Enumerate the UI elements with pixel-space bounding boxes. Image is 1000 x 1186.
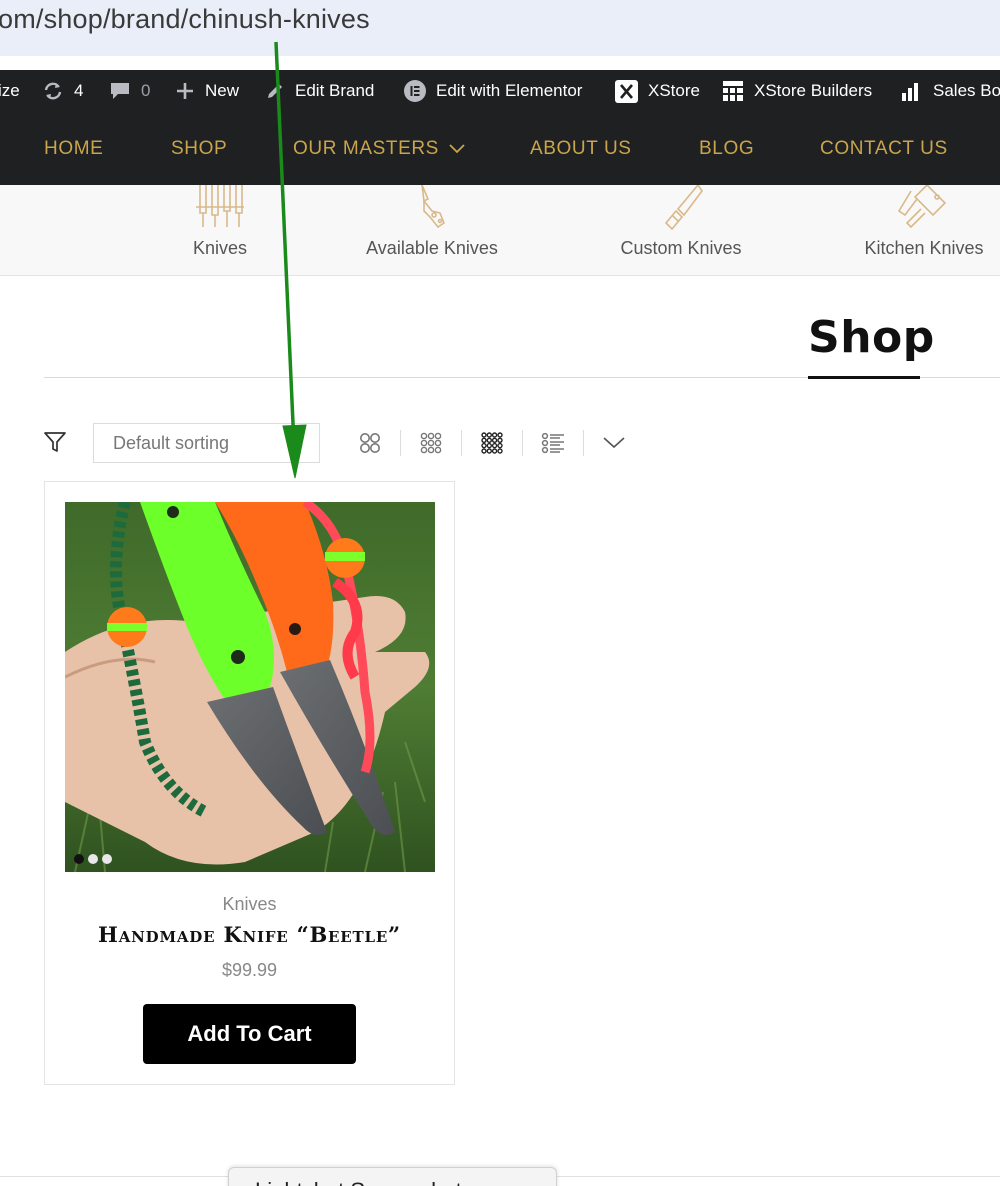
admin-xstore-link[interactable]: XStore — [615, 70, 700, 112]
knives-photo — [65, 502, 435, 872]
category-custom-knives-label: Custom Knives — [620, 238, 742, 258]
product-image[interactable] — [65, 502, 435, 872]
nav-shop-label: SHOP — [171, 137, 228, 159]
admin-xstore-builders-link[interactable]: XStore Builders — [722, 70, 872, 112]
refresh-icon — [42, 81, 64, 101]
gallery-dot[interactable] — [88, 854, 98, 864]
product-title[interactable]: Handmade Knife “Beetle” — [45, 922, 454, 947]
new-label: New — [205, 81, 240, 100]
builders-grid-icon — [722, 80, 744, 102]
nav-shop[interactable]: SHOP — [171, 112, 227, 185]
category-knives[interactable]: Knives — [170, 185, 270, 276]
list-icon[interactable] — [538, 428, 568, 458]
sales-booster-label: Sales Bo — [933, 81, 1000, 100]
add-to-cart-button[interactable]: Add To Cart — [143, 1004, 356, 1064]
category-available-knives[interactable]: Available Knives — [356, 185, 508, 276]
comment-icon — [109, 81, 131, 101]
nav-our-masters[interactable]: OUR MASTERS — [293, 112, 465, 185]
admin-updates-link[interactable]: 4 — [42, 70, 83, 112]
toolbar-separator — [522, 430, 523, 456]
admin-bar: ize 4 0 New Edit Brand Edit with Element… — [0, 70, 1000, 112]
filter-icon[interactable] — [43, 430, 67, 459]
nav-blog-label: BLOG — [699, 137, 755, 159]
chevron-down-icon — [449, 143, 465, 153]
elementor-icon — [404, 80, 426, 102]
grid-2-icon[interactable] — [355, 428, 385, 458]
browser-separator — [0, 56, 1000, 70]
category-available-knives-label: Available Knives — [366, 238, 498, 258]
toolbar-separator — [583, 430, 584, 456]
nav-about-us-label: ABOUT US — [530, 137, 632, 159]
admin-comments-link[interactable]: 0 — [109, 70, 150, 112]
main-navigation: HOME SHOP OUR MASTERS ABOUT US BLOG CONT… — [0, 112, 1000, 185]
nav-contact-us-label: CONTACT US — [820, 137, 948, 159]
category-kitchen-knives[interactable]: Kitchen Knives — [852, 185, 996, 276]
edit-brand-label: Edit Brand — [295, 81, 375, 100]
nav-contact-us[interactable]: CONTACT US — [820, 112, 948, 185]
comments-count: 0 — [141, 81, 151, 100]
nav-about-us[interactable]: ABOUT US — [530, 112, 632, 185]
admin-edit-brand-link[interactable]: Edit Brand — [265, 70, 374, 112]
xstore-label: XStore — [648, 81, 700, 100]
category-menu: Knives Available Knives Custom Knives Ki… — [0, 185, 1000, 276]
category-knives-label: Knives — [192, 238, 248, 258]
folding-knife-icon — [421, 185, 445, 229]
pencil-icon — [265, 81, 285, 101]
xstore-logo-icon — [615, 79, 638, 103]
product-category[interactable]: Knives — [45, 894, 454, 915]
gallery-dots — [74, 854, 112, 864]
admin-sales-booster-link[interactable]: Sales Bo — [901, 70, 1000, 112]
nav-blog[interactable]: BLOG — [699, 112, 754, 185]
kitchen-cleaver-icon — [897, 185, 947, 229]
admin-elementor-link[interactable]: Edit with Elementor — [404, 70, 582, 112]
bar-chart-icon — [901, 81, 923, 101]
custom-blade-icon — [664, 185, 703, 231]
product-card: Knives Handmade Knife “Beetle” $99.99 Ad… — [44, 481, 455, 1085]
nav-our-masters-label: OUR MASTERS — [293, 137, 439, 159]
toolbar-separator — [461, 430, 462, 456]
url-text[interactable]: om/shop/brand/chinush-knives — [0, 4, 370, 35]
chevron-down-icon[interactable] — [599, 428, 629, 458]
nav-home[interactable]: HOME — [44, 112, 103, 185]
product-price: $99.99 — [221, 960, 278, 980]
gallery-dot[interactable] — [102, 854, 112, 864]
lightshot-popup[interactable]: Lightshot Screenshot — [228, 1167, 557, 1186]
grid-4-icon[interactable] — [477, 428, 507, 458]
lightshot-popup-text: Lightshot Screenshot — [255, 1178, 462, 1186]
admin-new-link[interactable]: New — [175, 70, 239, 112]
sort-select-value: Default sorting — [113, 433, 230, 453]
sort-select[interactable]: Default sorting — [93, 423, 320, 463]
admin-customize-link[interactable]: ize — [0, 70, 20, 112]
elementor-label: Edit with Elementor — [436, 81, 583, 100]
gallery-dot[interactable] — [74, 854, 84, 864]
grid-3-icon[interactable] — [416, 428, 446, 458]
page-title-underline — [808, 376, 920, 379]
plus-icon — [175, 81, 195, 101]
page-title: Shop — [808, 312, 935, 363]
address-bar[interactable]: om/shop/brand/chinush-knives — [0, 0, 1000, 56]
knives-set-icon — [196, 185, 244, 227]
customize-label: ize — [0, 81, 20, 100]
toolbar-separator — [400, 430, 401, 456]
xstore-builders-label: XStore Builders — [754, 81, 873, 100]
category-custom-knives[interactable]: Custom Knives — [606, 185, 756, 276]
updates-count: 4 — [74, 81, 84, 100]
nav-home-label: HOME — [44, 137, 104, 159]
category-kitchen-knives-label: Kitchen Knives — [864, 238, 984, 258]
